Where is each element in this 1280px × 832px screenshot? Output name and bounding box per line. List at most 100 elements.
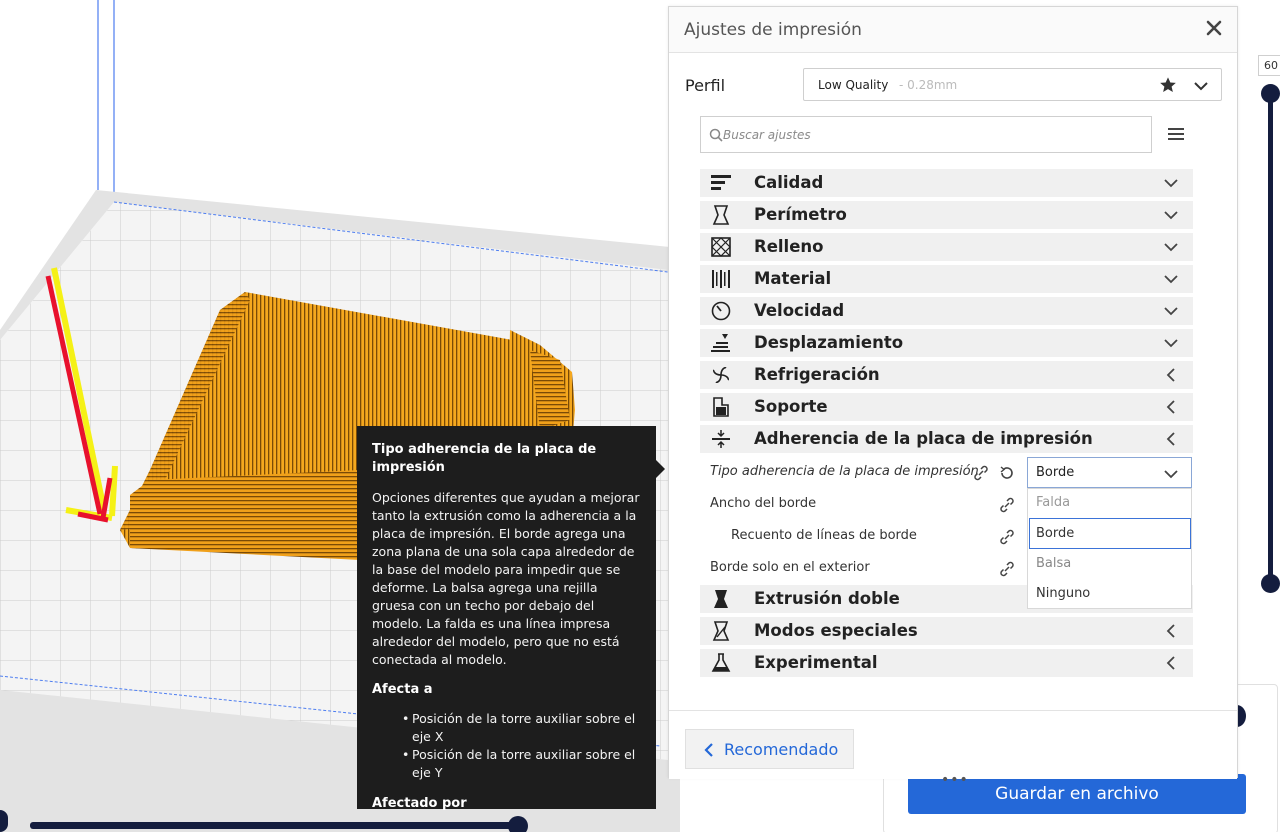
setting-brim-width[interactable]: Ancho del borde xyxy=(710,489,990,519)
chevron-down-icon[interactable] xyxy=(1163,335,1179,351)
adhesion-type-label: Tipo adherencia de la placa de impresión xyxy=(710,464,979,479)
settings-visibility-menu-icon[interactable] xyxy=(1167,125,1185,143)
category-label: Experimental xyxy=(754,653,878,672)
category-label: Soporte xyxy=(754,397,828,416)
support-icon xyxy=(713,397,729,417)
search-icon xyxy=(709,128,723,142)
layer-progress-slider[interactable] xyxy=(30,822,518,829)
chevron-down-icon[interactable] xyxy=(1163,239,1179,255)
chevron-left-icon[interactable] xyxy=(1163,655,1179,671)
favorite-star-icon[interactable] xyxy=(1159,76,1177,94)
experimental-icon xyxy=(711,653,731,672)
tooltip-title: Tipo adherencia de la placa de impresión xyxy=(372,442,597,475)
chevron-left-icon[interactable] xyxy=(1163,399,1179,415)
chevron-down-icon[interactable] xyxy=(1193,78,1209,94)
category-perimetro[interactable]: Perímetro xyxy=(700,201,1193,229)
adhesion-type-select[interactable]: Borde xyxy=(1027,457,1192,488)
chevron-down-icon[interactable] xyxy=(1163,271,1179,287)
close-icon[interactable] xyxy=(1203,17,1225,39)
tooltip-description: Opciones diferentes que ayudan a mejorar… xyxy=(372,490,640,667)
shell-icon xyxy=(712,205,730,225)
special-modes-icon xyxy=(712,621,730,641)
chevron-down-icon[interactable] xyxy=(1163,466,1179,482)
material-icon xyxy=(712,270,730,288)
layer-slider-top-handle[interactable] xyxy=(1261,84,1280,103)
chevron-down-icon[interactable] xyxy=(1163,207,1179,223)
layer-number-badge[interactable]: 60 xyxy=(1258,55,1280,76)
category-label: Desplazamiento xyxy=(754,333,904,352)
setting-brim-line-count[interactable]: Recuento de líneas de borde xyxy=(731,521,991,551)
chevron-left-icon xyxy=(704,743,713,757)
category-label: Velocidad xyxy=(754,301,845,320)
layer-slider-bottom-handle[interactable] xyxy=(1261,574,1280,593)
category-desplazamiento[interactable]: Desplazamiento xyxy=(700,329,1193,357)
adhesion-icon xyxy=(712,430,730,448)
category-relleno[interactable]: Relleno xyxy=(700,233,1193,261)
link-icon[interactable] xyxy=(999,529,1015,545)
tooltip-affects-heading: Afecta a xyxy=(372,682,433,697)
category-label: Calidad xyxy=(754,173,824,192)
brim-width-label: Ancho del borde xyxy=(710,496,817,511)
tooltip-affected-by-heading: Afectado por xyxy=(372,796,467,811)
category-label: Relleno xyxy=(754,237,824,256)
adhesion-type-dropdown: Falda Borde Balsa Ninguno xyxy=(1027,488,1192,609)
category-label: Refrigeración xyxy=(754,365,880,384)
dual-extrusion-icon xyxy=(714,590,728,608)
category-label: Extrusión doble xyxy=(754,589,900,608)
panel-resize-handle[interactable]: ••• xyxy=(941,772,969,788)
category-velocidad[interactable]: Velocidad xyxy=(700,297,1193,325)
travel-icon xyxy=(711,334,730,352)
link-icon[interactable] xyxy=(999,497,1015,513)
panel-title: Ajustes de impresión xyxy=(684,20,862,40)
speed-icon xyxy=(711,301,731,321)
category-modos-especiales[interactable]: Modos especiales xyxy=(700,617,1193,645)
brim-line-count-label: Recuento de líneas de borde xyxy=(731,528,917,543)
chevron-left-icon[interactable] xyxy=(1163,367,1179,383)
profile-name: Low Quality xyxy=(818,78,889,92)
tooltip-affects-list: Posición de la torre auxiliar sobre el e… xyxy=(402,710,641,782)
link-icon[interactable] xyxy=(999,561,1015,577)
recommended-label: Recomendado xyxy=(724,740,839,759)
profile-layer-height: - 0.28mm xyxy=(899,78,958,92)
settings-search[interactable] xyxy=(700,116,1152,153)
search-input[interactable] xyxy=(723,124,1143,146)
dropdown-option-borde[interactable]: Borde xyxy=(1036,526,1074,541)
layer-slider-track[interactable] xyxy=(1268,92,1273,584)
chevron-left-icon[interactable] xyxy=(1163,623,1179,639)
layer-progress-handle[interactable] xyxy=(508,816,528,832)
panel-header: Ajustes de impresión xyxy=(669,7,1237,53)
brim-outside-only-label: Borde solo en el exterior xyxy=(710,560,870,575)
setting-tooltip: Tipo adherencia de la placa de impresión… xyxy=(357,426,656,811)
category-refrigeracion[interactable]: Refrigeración xyxy=(700,361,1193,389)
dropdown-option-balsa[interactable]: Balsa xyxy=(1036,556,1071,571)
category-label: Adherencia de la placa de impresión xyxy=(754,429,1093,448)
category-label: Modos especiales xyxy=(754,621,918,640)
tooltip-affects-item: Posición de la torre auxiliar sobre el e… xyxy=(402,746,641,782)
tooltip-arrow xyxy=(656,460,665,478)
category-material[interactable]: Material xyxy=(700,265,1193,293)
setting-adhesion-type: Tipo adherencia de la placa de impresión xyxy=(710,457,1010,487)
link-icon[interactable] xyxy=(973,465,989,481)
category-label: Material xyxy=(754,269,832,288)
category-calidad[interactable]: Calidad xyxy=(700,169,1193,197)
category-label: Perímetro xyxy=(754,205,847,224)
recommended-mode-button[interactable]: Recomendado xyxy=(685,729,854,769)
category-soporte[interactable]: Soporte xyxy=(700,393,1193,421)
chevron-down-icon[interactable] xyxy=(1163,303,1179,319)
print-settings-panel: Ajustes de impresión Perfil Low Quality … xyxy=(668,6,1238,788)
category-experimental[interactable]: Experimental xyxy=(700,649,1193,677)
infill-icon xyxy=(711,237,731,257)
chevron-down-icon[interactable] xyxy=(1163,175,1179,191)
tooltip-affects-item: Posición de la torre auxiliar sobre el e… xyxy=(402,710,641,746)
chevron-left-icon[interactable] xyxy=(1163,431,1179,447)
dropdown-option-falda[interactable]: Falda xyxy=(1036,495,1070,510)
setting-brim-outside-only[interactable]: Borde solo en el exterior xyxy=(710,553,990,583)
cooling-icon xyxy=(712,366,730,384)
adhesion-type-value: Borde xyxy=(1036,465,1075,480)
profile-select[interactable]: Low Quality - 0.28mm xyxy=(803,68,1222,101)
reset-icon[interactable] xyxy=(999,465,1015,481)
category-adherencia[interactable]: Adherencia de la placa de impresión xyxy=(700,425,1193,453)
dropdown-option-ninguno[interactable]: Ninguno xyxy=(1036,586,1090,601)
profile-label: Perfil xyxy=(685,76,726,95)
panel-footer: Recomendado xyxy=(669,710,1237,779)
